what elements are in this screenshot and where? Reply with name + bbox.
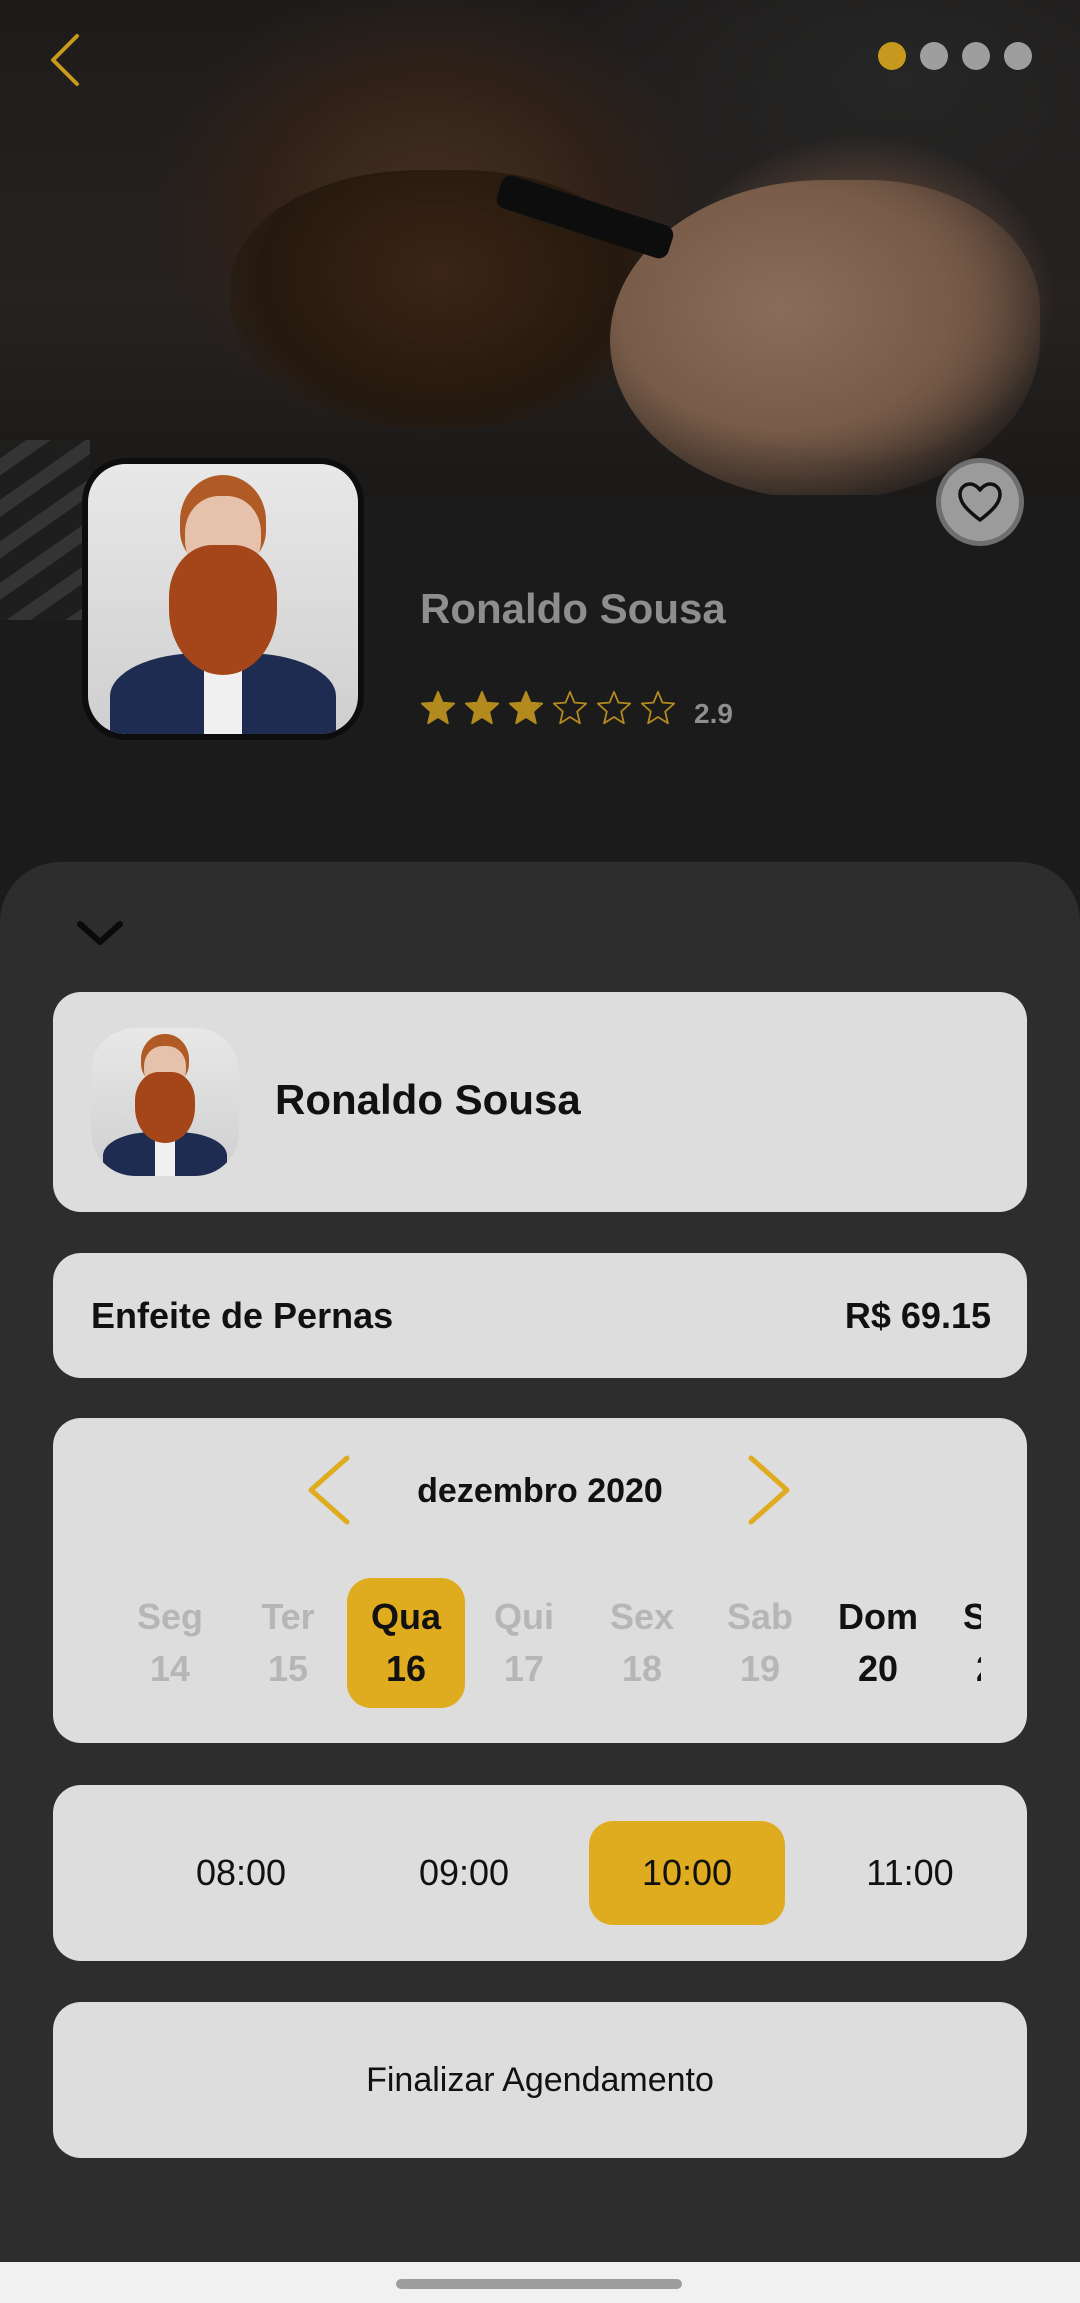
rating-stars (420, 690, 676, 726)
chevron-left-icon (51, 34, 79, 86)
barber-card: Ronaldo Sousa (53, 992, 1027, 1212)
star-icon (640, 690, 676, 725)
service-name: Enfeite de Pernas (91, 1295, 394, 1336)
hero-overlay (0, 0, 1080, 495)
day-item[interactable]: Seg 21 (937, 1578, 981, 1708)
heart-icon (958, 482, 1002, 522)
favorite-button[interactable] (936, 458, 1024, 546)
day-item[interactable]: Sab 19 (701, 1578, 819, 1708)
day-list: Seg 14 Ter 15 Qua 16 Qui 17 Sex 18 Sab 19 Dom 20 Seg 21 (111, 1578, 981, 1714)
barber-avatar (91, 1028, 239, 1176)
carousel-dot[interactable] (878, 42, 906, 70)
day-item[interactable]: Ter 15 (229, 1578, 347, 1708)
day-weekday: Qui (494, 1596, 554, 1637)
carousel-dot[interactable] (962, 42, 990, 70)
day-item[interactable]: Seg 14 (111, 1578, 229, 1708)
barber-portrait (88, 464, 358, 734)
day-item[interactable]: Qui 17 (465, 1578, 583, 1708)
star-icon (420, 690, 456, 725)
rating-value: 2.9 (694, 698, 733, 729)
day-item[interactable]: Qua 16 (347, 1578, 465, 1708)
date-picker-card: dezembro 2020 Seg 14 Ter 15 Qua 16 Qui 17 Sex 18 S… (53, 1418, 1027, 1743)
time-slot[interactable]: 10:00 (589, 1821, 785, 1925)
day-weekday: Sex (609, 1596, 675, 1637)
time-slot[interactable]: 08:00 (143, 1821, 339, 1925)
month-label: dezembro 2020 (417, 1472, 663, 1510)
profile-name: Ronaldo Sousa (420, 585, 726, 632)
barber-name: Ronaldo Sousa (275, 1076, 581, 1123)
day-item[interactable]: Sex 18 (583, 1578, 701, 1708)
day-number: 17 (503, 1648, 545, 1689)
service-price: R$ 69.15 (844, 1295, 991, 1336)
profile-photo (82, 458, 364, 740)
day-number: 21 (976, 1643, 981, 1695)
chevron-down-icon (77, 921, 123, 945)
day-item[interactable]: Dom 20 (819, 1578, 937, 1708)
day-weekday: Ter (261, 1596, 315, 1637)
day-number: 14 (149, 1648, 191, 1689)
carousel-dot[interactable] (1004, 42, 1032, 70)
day-number: 16 (385, 1648, 427, 1689)
collapse-sheet-button[interactable] (72, 912, 128, 952)
time-picker-card: 08:00 09:00 10:00 11:00 (53, 1785, 1027, 1961)
chevron-right-icon (748, 1455, 790, 1525)
service-card: Enfeite de Pernas R$ 69.15 (53, 1253, 1027, 1378)
day-number: 18 (621, 1648, 663, 1689)
day-weekday: Seg (962, 1596, 981, 1637)
day-number: 19 (739, 1648, 781, 1689)
day-number: 15 (267, 1648, 309, 1689)
next-month-button[interactable] (737, 1452, 797, 1528)
back-button[interactable] (40, 30, 90, 90)
carousel-dots (878, 42, 1032, 70)
time-slot[interactable]: 11:00 (812, 1821, 1008, 1925)
star-icon (464, 690, 500, 725)
finish-booking-button[interactable]: Finalizar Agendamento (53, 2002, 1027, 2158)
day-weekday: Dom (838, 1596, 918, 1637)
day-weekday: Sab (726, 1596, 794, 1637)
time-slot[interactable]: 09:00 (366, 1821, 562, 1925)
star-icon (552, 690, 588, 725)
home-indicator[interactable] (396, 2279, 682, 2289)
cape-pattern (0, 440, 90, 620)
carousel-dot[interactable] (920, 42, 948, 70)
day-weekday: Qua (370, 1596, 441, 1637)
star-icon (596, 690, 632, 725)
star-icon (508, 690, 544, 725)
day-number: 20 (857, 1648, 899, 1689)
day-weekday: Seg (136, 1596, 204, 1637)
